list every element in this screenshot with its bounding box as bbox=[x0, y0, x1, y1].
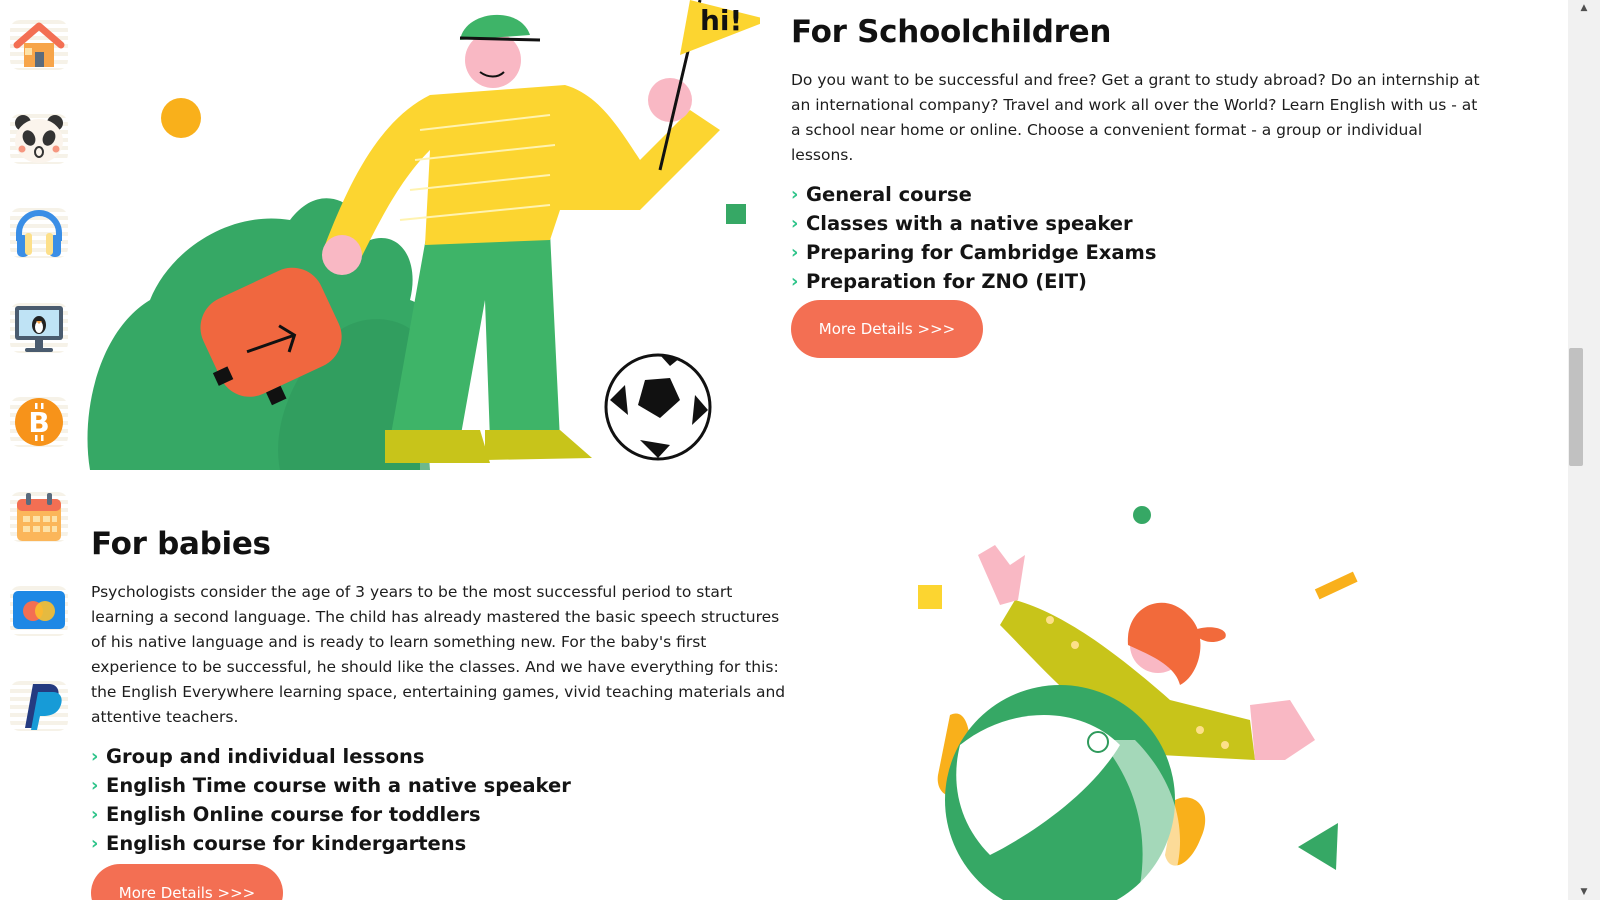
list-item: › English course for kindergartens bbox=[91, 829, 791, 858]
list-item: › Group and individual lessons bbox=[91, 742, 791, 771]
chevron-right-icon: › bbox=[791, 271, 799, 292]
list-item: › English Online course for toddlers bbox=[91, 800, 791, 829]
babies-more-details-button[interactable]: More Details >>> bbox=[91, 864, 283, 900]
list-item-label: Group and individual lessons bbox=[106, 745, 425, 768]
chevron-right-icon: › bbox=[91, 804, 99, 825]
list-item-label: Classes with a native speaker bbox=[806, 212, 1133, 235]
chevron-right-icon: › bbox=[791, 213, 799, 234]
schoolchildren-more-details-button[interactable]: More Details >>> bbox=[791, 300, 983, 358]
babies-description: Psychologists consider the age of 3 year… bbox=[91, 583, 786, 726]
scroll-up-arrow-icon[interactable]: ▲ bbox=[1568, 0, 1600, 16]
vertical-scrollbar[interactable]: ▲ ▼ bbox=[1568, 0, 1600, 900]
list-item-label: English course for kindergartens bbox=[106, 832, 467, 855]
list-item: › English Time course with a native speak… bbox=[91, 771, 791, 800]
chevron-right-icon: › bbox=[91, 746, 99, 767]
list-item-label: English Time course with a native speake… bbox=[106, 774, 571, 797]
scroll-down-arrow-icon[interactable]: ▼ bbox=[1568, 884, 1600, 900]
girl-beachball-illustration bbox=[900, 505, 1380, 900]
svg-text:B: B bbox=[28, 406, 49, 439]
bitcoin-icon[interactable]: B bbox=[8, 391, 70, 453]
list-item: › Preparing for Cambridge Exams bbox=[791, 238, 1481, 267]
schoolchildren-section: For Schoolchildren Do you want to be suc… bbox=[791, 14, 1481, 358]
side-icon-rail: B bbox=[0, 0, 80, 900]
monitor-penguin-icon[interactable] bbox=[8, 297, 70, 359]
chevron-right-icon: › bbox=[791, 184, 799, 205]
list-item-label: Preparation for ZNO (EIT) bbox=[806, 270, 1087, 293]
list-item-label: General course bbox=[806, 183, 972, 206]
chevron-right-icon: › bbox=[91, 833, 99, 854]
schoolchildren-title: For Schoolchildren bbox=[791, 14, 1112, 50]
flag-hi-text: hi! bbox=[700, 4, 742, 37]
home-icon[interactable] bbox=[8, 14, 70, 76]
schoolchildren-feature-list: › General course › Classes with a native s… bbox=[791, 180, 1481, 296]
chevron-right-icon: › bbox=[91, 775, 99, 796]
list-item: › Classes with a native speaker bbox=[791, 209, 1481, 238]
paypal-icon[interactable] bbox=[8, 675, 70, 737]
chevron-right-icon: › bbox=[791, 242, 799, 263]
headphones-icon[interactable] bbox=[8, 202, 70, 264]
babies-section: For babies Psychologists consider the ag… bbox=[91, 526, 791, 900]
babies-feature-list: › Group and individual lessons › English T… bbox=[91, 742, 791, 858]
list-item-label: Preparing for Cambridge Exams bbox=[806, 241, 1157, 264]
list-item: › Preparation for ZNO (EIT) bbox=[791, 267, 1481, 296]
babies-title: For babies bbox=[91, 526, 271, 562]
schoolchildren-description: Do you want to be successful and free? G… bbox=[791, 71, 1480, 164]
scrollbar-thumb[interactable] bbox=[1569, 348, 1583, 466]
list-item-label: English Online course for toddlers bbox=[106, 803, 481, 826]
schoolboy-illustration: hi! bbox=[80, 0, 770, 480]
calendar-icon[interactable] bbox=[8, 486, 70, 548]
panda-icon[interactable] bbox=[8, 108, 70, 170]
list-item: › General course bbox=[791, 180, 1481, 209]
mastercard-icon[interactable] bbox=[8, 580, 70, 642]
